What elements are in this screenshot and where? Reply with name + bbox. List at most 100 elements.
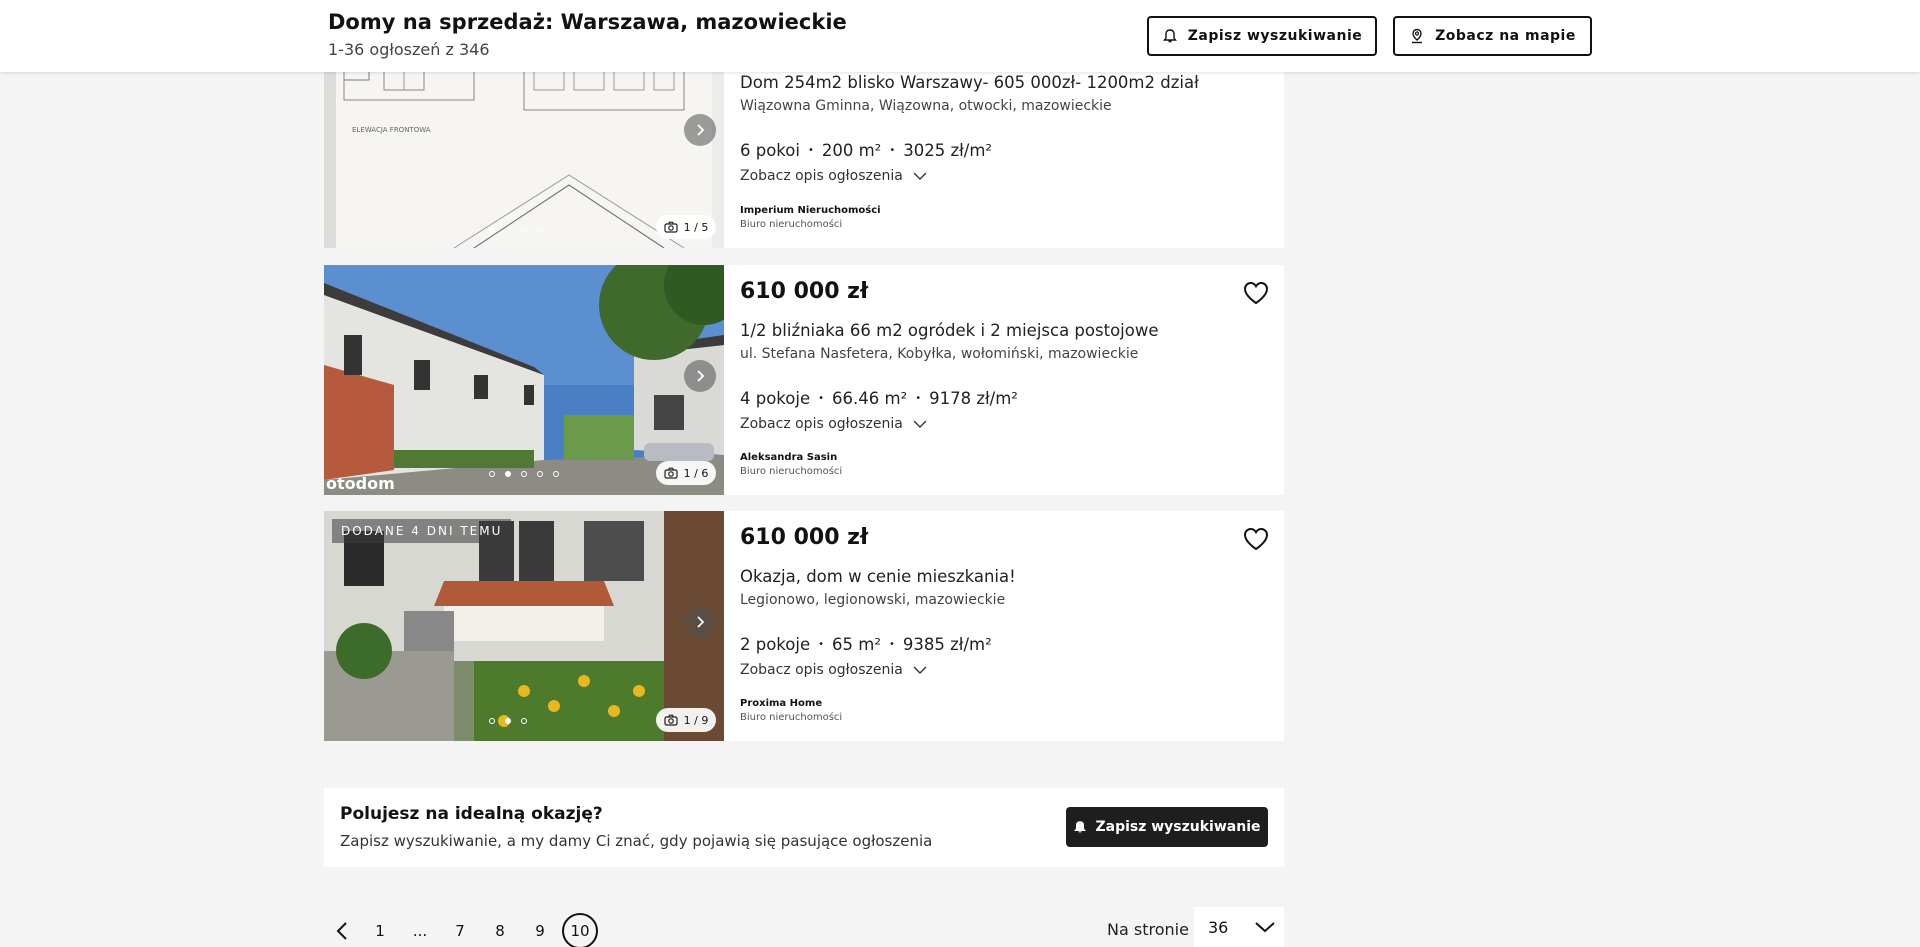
agency-type: Biuro nieruchomości	[740, 466, 843, 477]
photo-dot[interactable]	[505, 227, 511, 233]
rooms: 6 pokoi	[740, 141, 800, 160]
listing-price: 610 000 zł	[740, 525, 869, 550]
photo-dot[interactable]	[521, 227, 527, 233]
listing-photo[interactable]: DODANE 4 DNI TEMU 1 / 9	[324, 511, 724, 741]
banner-save-search-button[interactable]: Zapisz wyszukiwanie	[1066, 807, 1268, 847]
show-description-button[interactable]: Zobacz opis ogłoszenia	[740, 662, 927, 678]
next-photo-button[interactable]	[684, 606, 716, 638]
camera-icon	[664, 221, 678, 233]
show-description-label: Zobacz opis ogłoszenia	[740, 168, 903, 184]
listing-address: Legionowo, legionowski, mazowieckie	[740, 592, 1006, 608]
page-7-button[interactable]: 7	[442, 913, 478, 947]
area: 200 m²	[821, 141, 882, 160]
photo-dots	[489, 718, 527, 724]
show-description-button[interactable]: Zobacz opis ogłoszenia	[740, 168, 927, 184]
listing-photo[interactable]: otodom 1 / 6	[324, 265, 724, 495]
prev-page-button[interactable]	[324, 913, 360, 947]
photo-dot[interactable]	[537, 471, 543, 477]
area: 65 m²	[832, 635, 881, 654]
listing-address: Wiązowna Gminna, Wiązowna, otwocki, mazo…	[740, 98, 1112, 114]
photo-counter-text: 1 / 6	[683, 466, 709, 480]
agency-name: Imperium Nieruchomości	[740, 205, 881, 216]
page-10-button[interactable]: 10	[562, 913, 598, 947]
chevron-down-icon	[913, 666, 927, 674]
listing-title[interactable]: 1/2 bliźniaka 66 m2 ogródek i 2 miejsca …	[740, 321, 1159, 340]
page-ellipsis: ...	[412, 922, 428, 940]
photo-dot[interactable]	[489, 718, 495, 724]
listing-card[interactable]: DODANE 4 DNI TEMU 1 / 9 610 000 zł Okazj…	[324, 511, 1284, 741]
area: 66.46 m²	[832, 389, 908, 408]
listing-price: 610 000 zł	[740, 279, 869, 304]
heart-icon[interactable]	[1242, 279, 1270, 307]
chevron-right-icon	[697, 616, 705, 628]
save-search-button[interactable]: Zapisz wyszukiwanie	[1147, 16, 1377, 56]
bell-icon	[1074, 821, 1087, 833]
chevron-right-icon	[697, 370, 705, 382]
banner-button-label: Zapisz wyszukiwanie	[1095, 819, 1261, 835]
house-garden-image	[324, 511, 724, 741]
agency-name: Proxima Home	[740, 698, 823, 709]
show-description-label: Zobacz opis ogłoszenia	[740, 662, 903, 678]
photo-dot[interactable]	[505, 471, 511, 477]
photo-counter: 1 / 6	[656, 461, 716, 485]
agency-type: Biuro nieruchomości	[740, 219, 843, 230]
listing-info: 610 000 zł Okazja, dom w cenie mieszkani…	[740, 511, 1284, 741]
per-page-value: 36	[1208, 917, 1229, 937]
photo-dot[interactable]	[521, 718, 527, 724]
agency-name: Aleksandra Sasin	[740, 452, 838, 463]
per-page-label: Na stronie	[1107, 920, 1189, 939]
photo-dot[interactable]	[521, 471, 527, 477]
banner-title: Polujesz na idealną okazję?	[340, 804, 603, 824]
photo-dot[interactable]	[553, 471, 559, 477]
map-button[interactable]: Zobacz na mapie	[1393, 16, 1592, 56]
page-9-button[interactable]: 9	[522, 913, 558, 947]
listing-info: 610 000 zł 1/2 bliźniaka 66 m2 ogródek i…	[740, 265, 1284, 495]
separator: •	[915, 393, 922, 404]
show-description-button[interactable]: Zobacz opis ogłoszenia	[740, 416, 927, 432]
page-1-button[interactable]: 1	[362, 913, 398, 947]
price-per-meter: 3025 zł/m²	[903, 141, 993, 160]
chevron-down-icon	[1255, 922, 1275, 933]
chevron-down-icon	[913, 172, 927, 180]
photo-counter-text: 1 / 9	[683, 713, 709, 727]
watermark: otodom	[326, 474, 395, 493]
page-8-button[interactable]: 8	[482, 913, 518, 947]
price-per-meter: 9178 zł/m²	[929, 389, 1018, 408]
chevron-left-icon	[336, 922, 347, 940]
listing-params: 6 pokoi • 200 m² • 3025 zł/m²	[740, 141, 992, 160]
per-page-select[interactable]: 36	[1194, 907, 1284, 947]
photo-dot[interactable]	[489, 227, 495, 233]
save-search-banner: Polujesz na idealną okazję? Zapisz wyszu…	[324, 788, 1284, 867]
page-title: Domy na sprzedaż: Warszawa, mazowieckie	[328, 10, 847, 34]
rooms: 2 pokoje	[740, 635, 811, 654]
show-description-label: Zobacz opis ogłoszenia	[740, 416, 903, 432]
bell-icon	[1162, 29, 1177, 43]
listing-card[interactable]: otodom 1 / 6 610 000 zł 1/2 bliźniaka 66…	[324, 265, 1284, 495]
chevron-down-icon	[913, 420, 927, 428]
separator: •	[818, 639, 825, 650]
separator: •	[889, 145, 896, 156]
listing-params: 2 pokoje • 65 m² • 9385 zł/m²	[740, 635, 992, 654]
price-per-meter: 9385 zł/m²	[902, 635, 992, 654]
photo-counter: 1 / 9	[656, 708, 716, 732]
listing-title[interactable]: Okazja, dom w cenie mieszkania!	[740, 567, 1016, 586]
save-search-label: Zapisz wyszukiwanie	[1187, 28, 1363, 44]
listing-params: 4 pokoje • 66.46 m² • 9178 zł/m²	[740, 389, 1018, 408]
next-photo-button[interactable]	[684, 360, 716, 392]
svg-text:ELEWACJA FRONTOWA: ELEWACJA FRONTOWA	[352, 126, 431, 134]
rooms: 4 pokoje	[740, 389, 811, 408]
separator: •	[807, 145, 814, 156]
camera-icon	[664, 714, 678, 726]
photo-dot[interactable]	[489, 471, 495, 477]
results-header: Domy na sprzedaż: Warszawa, mazowieckie …	[0, 0, 1920, 72]
heart-icon[interactable]	[1242, 525, 1270, 553]
results-count: 1-36 ogłoszeń z 346	[328, 40, 490, 59]
separator: •	[818, 393, 825, 404]
photo-dot[interactable]	[537, 227, 543, 233]
photo-dot[interactable]	[505, 718, 511, 724]
listing-title[interactable]: Dom 254m2 blisko Warszawy- 605 000zł- 12…	[740, 73, 1199, 92]
listing-address: ul. Stefana Nasfetera, Kobyłka, wołomińs…	[740, 346, 1139, 362]
camera-icon	[664, 467, 678, 479]
map-pin-icon	[1412, 28, 1423, 44]
next-photo-button[interactable]	[684, 114, 716, 146]
